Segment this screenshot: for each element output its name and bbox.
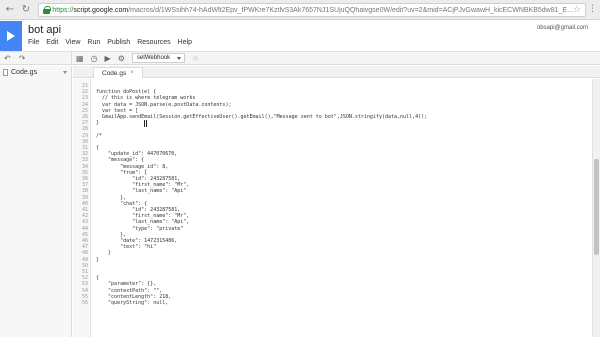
text-cursor-icon [144,120,147,127]
menu-resources[interactable]: Resources [137,39,170,46]
line-number: 56 [81,300,88,306]
menu-run[interactable]: Run [87,39,100,46]
chevron-down-icon[interactable] [63,71,67,74]
url-scheme: https:// [52,6,74,14]
save-icon[interactable]: ▦ [76,54,84,63]
file-sidebar: Code.gs [0,66,72,337]
editor-toolbar: ↶ ↷ ▦ ◷ ▶ ⚙ setWebhook ☼ [0,51,600,65]
url-host: script.google.com [73,6,129,14]
sidebar-file-item[interactable]: Code.gs [3,69,37,76]
file-icon [3,69,8,76]
menu-bar: File Edit View Run Publish Resources Hel… [28,39,192,46]
timer-icon[interactable]: ◷ [91,54,98,63]
bookmark-star-icon[interactable]: ☆ [573,5,581,15]
function-select[interactable]: setWebhook [131,53,186,63]
chevron-down-icon [177,57,182,60]
app-header: bot api File Edit View Run Publish Resou… [0,21,600,51]
url-path: /macros/d/1WSsihh74-hAdWlt2Epv_fPWKre7Kz… [128,6,573,14]
tab-label: Code.gs [102,69,127,77]
redo-icon[interactable]: ↷ [19,54,26,63]
back-icon[interactable]: ← [4,4,16,16]
browser-menu-icon[interactable]: ⋮ [588,4,597,14]
browser-toolbar: ← ↻ https:// script.google.com /macros/d… [0,0,600,20]
code-editor[interactable]: 21 22 function doPost(e) {23 // this is wh… [73,79,591,337]
reload-icon[interactable]: ↻ [20,4,32,16]
apps-script-logo[interactable] [0,21,22,51]
function-select-value: setWebhook [136,55,171,61]
menu-edit[interactable]: Edit [46,39,58,46]
code-text: "queryString": null, [96,300,169,306]
close-icon[interactable]: × [130,70,134,76]
lock-icon [43,6,52,14]
scrollbar-thumb[interactable] [594,159,599,255]
menu-view[interactable]: View [65,39,80,46]
toolbar-actions: ▦ ◷ ▶ ⚙ setWebhook ☼ [76,53,199,63]
app-window: ← ↻ https:// script.google.com /macros/d… [0,0,600,337]
undo-icon[interactable]: ↶ [4,54,11,63]
editor-tab-bar: Code.gs × [73,66,600,78]
sidebar-file-label: Code.gs [11,69,38,76]
run-icon[interactable]: ▶ [105,54,111,63]
address-bar[interactable]: https:// script.google.com /macros/d/1WS… [38,3,586,17]
lightbulb-icon[interactable]: ☼ [192,54,199,63]
menu-help[interactable]: Help [178,39,192,46]
vertical-scrollbar[interactable] [592,79,600,337]
file-panel-header: ↶ ↷ [0,52,72,65]
tab-code-gs[interactable]: Code.gs × [93,67,143,78]
project-title[interactable]: bot api [28,24,61,36]
menu-publish[interactable]: Publish [107,39,130,46]
user-email[interactable]: obsapi@gmail.com [537,25,588,31]
menu-file[interactable]: File [28,39,39,46]
debug-icon[interactable]: ⚙ [118,54,125,63]
arrow-icon [7,31,15,41]
code-line[interactable]: 56 "queryString": null, [73,300,591,306]
